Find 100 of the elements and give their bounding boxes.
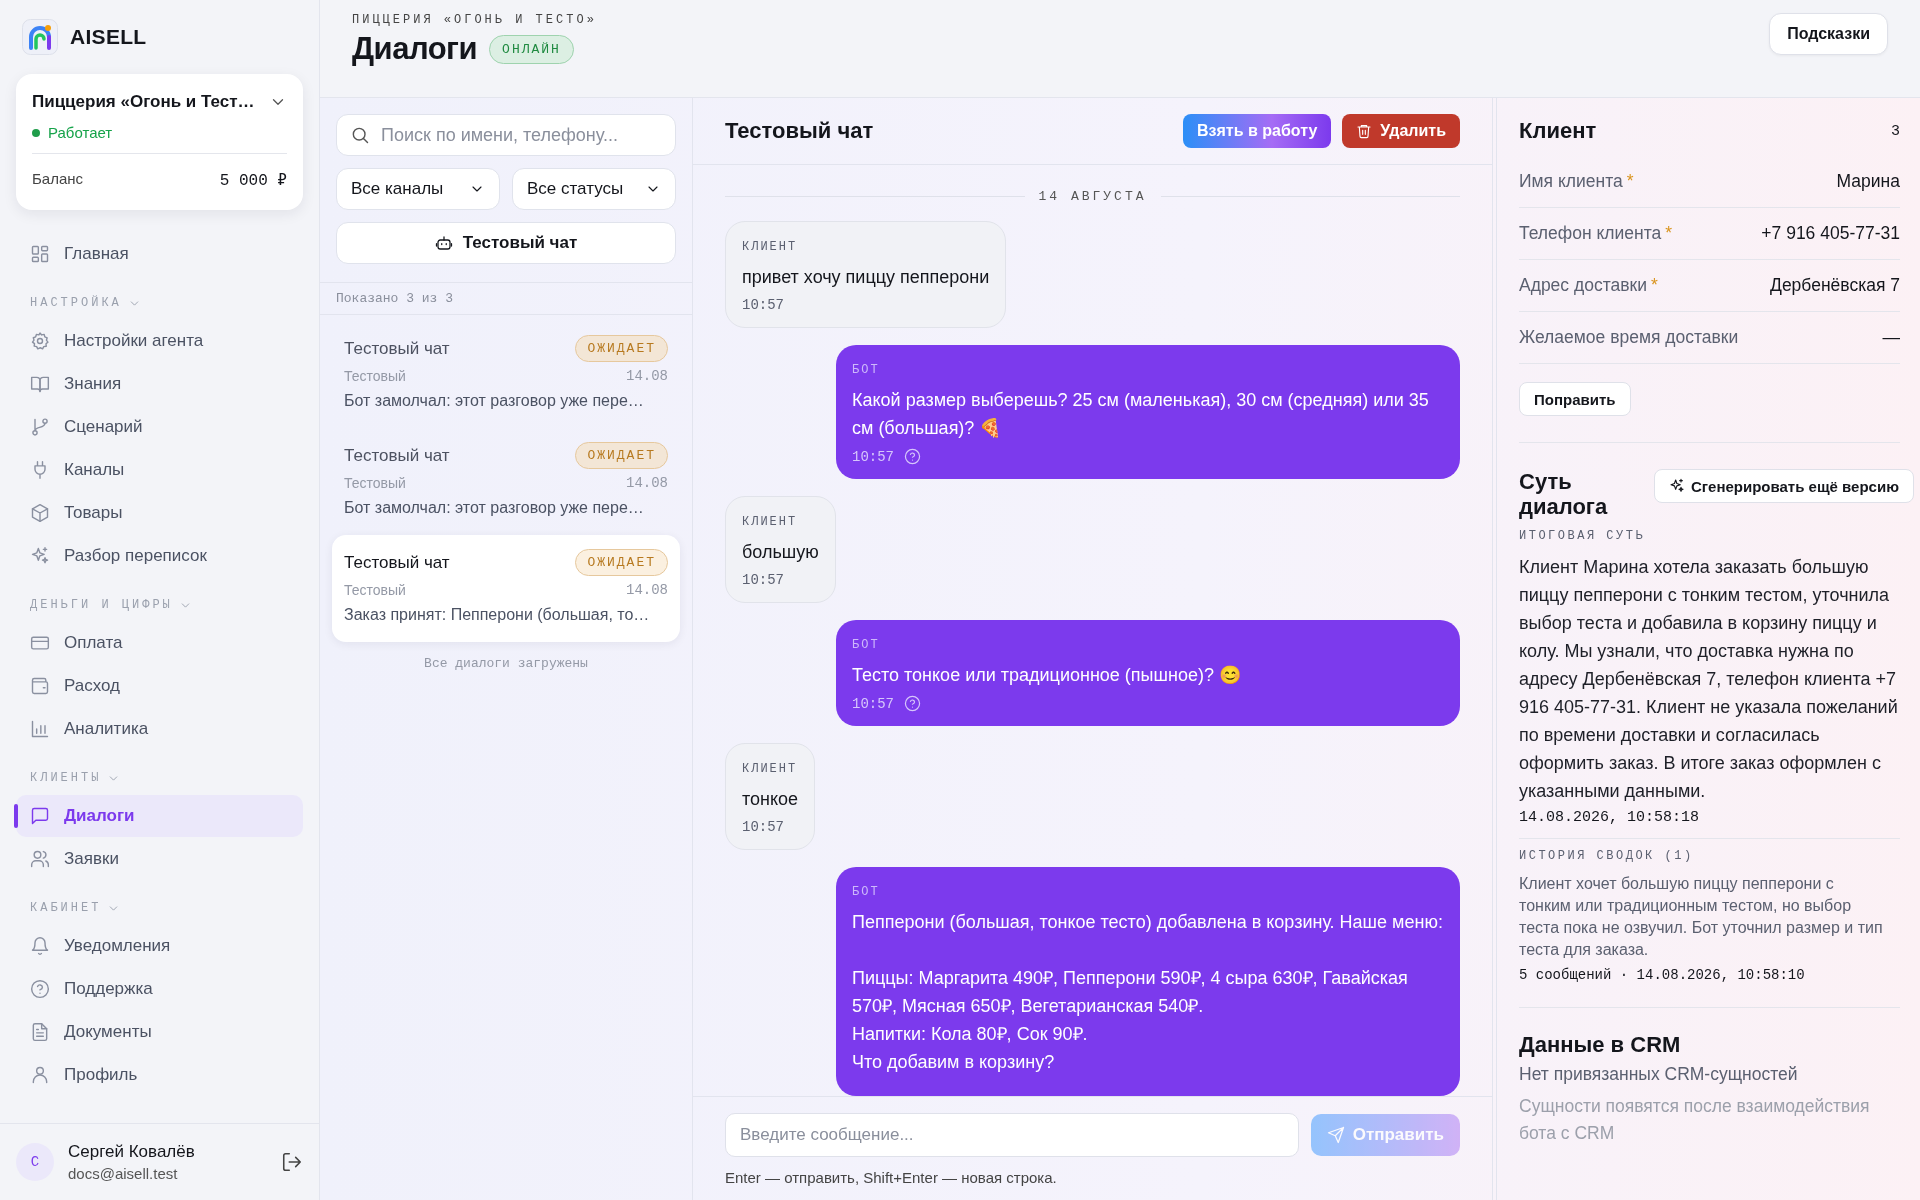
message-text: тонкое <box>742 788 799 811</box>
dialog-date: 14.08 <box>626 582 668 598</box>
chat-bubble-icon <box>30 806 50 826</box>
generate-button[interactable]: Сгенерировать ещё версию <box>1653 469 1914 503</box>
nav-item[interactable]: Каналы <box>16 449 303 491</box>
trash-icon <box>1356 123 1373 139</box>
status-dot <box>32 128 40 137</box>
user-email: docs@aisell.test <box>68 1165 179 1182</box>
nav-item[interactable]: Разбор переписок <box>16 535 303 577</box>
edit-button[interactable]: Поправить <box>1519 382 1631 416</box>
message-time: 10:57 <box>742 819 784 835</box>
channel-label: Тестовый <box>344 368 406 384</box>
composer-hint: Enter — отправить, Shift+Enter — новая строка. <box>725 1169 1058 1186</box>
summary-timestamp: 14.08.2026, 10:58:18 <box>1519 809 1701 826</box>
branch-icon <box>30 417 50 437</box>
logout-icon[interactable] <box>281 1151 303 1173</box>
filter-dropdown[interactable]: Все статусы <box>512 168 676 210</box>
status-badge: ОЖИДАЕТ <box>575 442 668 469</box>
nav-item[interactable]: Сценарий <box>16 406 303 448</box>
section-label: ИСТОРИЯ СВОДОК (1) <box>1519 849 1695 863</box>
channel-label: Тестовый <box>344 475 406 491</box>
required-mark: * <box>1665 223 1673 243</box>
field-label: Желаемое время доставки <box>1519 327 1739 347</box>
take-button[interactable]: Взять в работу <box>1183 114 1332 148</box>
field-count: 3 <box>1891 122 1900 140</box>
card-icon <box>30 633 50 653</box>
summary-text: Клиент Марина хотела заказать большую пиццу пепперони с тонким тестом, уточнила выбор теста и добавила в корзину пиццу и колу. Мы узнали, что доставка нужна по адресу Дербенёвская 7, телефон клиента +7 916 405-77-31. Клиент не указала пожеланий по времени доставки и согласилась оформить заказ. В итоге заказ оформлен с указанными данными. <box>1519 556 1899 803</box>
message-preview: Заказ принят: Пепперони (большая, то… <box>344 606 651 624</box>
user-name: Сергей Ковалёв <box>68 1142 196 1162</box>
avatar: С <box>16 1143 54 1181</box>
nav-item[interactable]: Главная <box>16 233 303 275</box>
history-meta: 5 сообщений · 14.08.2026, 10:58:10 <box>1519 967 1806 983</box>
message-time: 10:57 <box>742 572 784 588</box>
organization-card[interactable]: Пиццерия «Огонь и Тест… Работает Баланс 5 000 ₽ <box>16 74 303 210</box>
active-indicator <box>14 804 18 828</box>
field-value: Марина <box>1836 171 1900 192</box>
section-label: ИТОГОВАЯ СУТЬ <box>1519 529 1647 543</box>
sender-label: БОТ <box>852 637 881 653</box>
nav-item[interactable]: Настройки агента <box>16 320 303 362</box>
nav-item[interactable]: Уведомления <box>16 925 303 967</box>
message-text: Какой размер выберешь? 25 см (маленькая), 30 см (средняя) или 35 см (большая)? 🍕 <box>852 389 1430 440</box>
delete-button[interactable]: Удалить <box>1342 114 1460 148</box>
dialog-item[interactable]: Тестовый чат ОЖИДАЕТ Тестовый 14.08 Заказ принят: Пепперони (большая, то… <box>332 535 680 642</box>
section-title: Клиент <box>1519 118 1597 144</box>
book-icon <box>30 374 50 394</box>
dialog-item[interactable]: Тестовый чат ОЖИДАЕТ Тестовый 14.08 Бот замолчал: этот разговор уже пере… <box>332 321 680 428</box>
message-time: 10:57 <box>852 695 894 712</box>
cube-icon <box>30 503 50 523</box>
status-badge: ОЖИДАЕТ <box>575 335 668 362</box>
nav-item[interactable]: Заявки <box>16 838 303 880</box>
nav-item[interactable]: Аналитика <box>16 708 303 750</box>
section-title: Данные в CRM <box>1519 1032 1682 1058</box>
test-chat-button[interactable]: Тестовый чат <box>336 222 676 264</box>
person-icon <box>30 1065 50 1085</box>
grid-icon <box>30 244 50 264</box>
nav-item[interactable]: Поддержка <box>16 968 303 1010</box>
settings-icon <box>30 331 50 351</box>
sparkle-icon <box>1668 478 1685 494</box>
field-value: — <box>1882 327 1900 348</box>
hints-button[interactable]: Подсказки <box>1769 13 1888 55</box>
nav-item[interactable]: Расход <box>16 665 303 707</box>
bell-icon <box>30 936 50 956</box>
field-label: Имя клиента <box>1519 171 1623 191</box>
list-end-note: Все диалоги загружены <box>423 656 589 671</box>
sender-label: БОТ <box>852 884 881 900</box>
nav-item[interactable]: Документы <box>16 1011 303 1053</box>
dialog-date: 14.08 <box>626 368 668 384</box>
help-icon <box>30 979 50 999</box>
message-preview: Бот замолчал: этот разговор уже пере… <box>344 392 645 410</box>
dialog-item[interactable]: Тестовый чат ОЖИДАЕТ Тестовый 14.08 Бот замолчал: этот разговор уже пере… <box>332 428 680 535</box>
required-mark: * <box>1626 171 1634 191</box>
field-label: Телефон клиента <box>1519 223 1662 243</box>
nav-item[interactable]: Диалоги <box>16 795 303 837</box>
sender-label: КЛИЕНТ <box>742 239 799 255</box>
page-subtitle: ПИЦЦЕРИЯ «ОГОНЬ И ТЕСТО» <box>352 13 597 27</box>
status-badge: ОНЛАЙН <box>489 34 574 64</box>
sparkle-icon <box>30 546 50 566</box>
balance-label: Баланс <box>32 170 84 189</box>
section-header: КЛИЕНТЫ <box>30 771 102 785</box>
document-icon <box>30 1022 50 1042</box>
result-count: Показано 3 из 3 <box>320 283 692 315</box>
wallet-icon <box>30 676 50 696</box>
message-time: 10:57 <box>852 448 894 465</box>
message-field[interactable]: Введите сообщение... <box>725 1113 1299 1157</box>
nav-item[interactable]: Знания <box>16 363 303 405</box>
message-preview: Бот замолчал: этот разговор уже пере… <box>344 499 645 517</box>
nav-item[interactable]: Товары <box>16 492 303 534</box>
field-value: +7 916 405-77-31 <box>1761 223 1900 244</box>
section-header: НАСТРОЙКА <box>30 296 122 310</box>
dialog-title: Тестовый чат <box>344 445 450 466</box>
dialog-date: 14.08 <box>626 475 668 491</box>
history-text: Клиент хочет большую пиццу пепперони с тонким или традиционным тестом, но выбор теста пока не озвучил. Бот уточнил размер и тип теста для заказа. <box>1519 874 1884 960</box>
nav-item[interactable]: Оплата <box>16 622 303 664</box>
message-text: большую <box>742 541 819 564</box>
chat-title: Тестовый чат <box>725 118 874 144</box>
nav-item[interactable]: Профиль <box>16 1054 303 1096</box>
sender-label: КЛИЕНТ <box>742 514 799 530</box>
search-field[interactable]: Поиск по имени, телефону... <box>336 114 676 156</box>
dialog-title: Тестовый чат <box>344 552 450 573</box>
filter-dropdown[interactable]: Все каналы <box>336 168 500 210</box>
